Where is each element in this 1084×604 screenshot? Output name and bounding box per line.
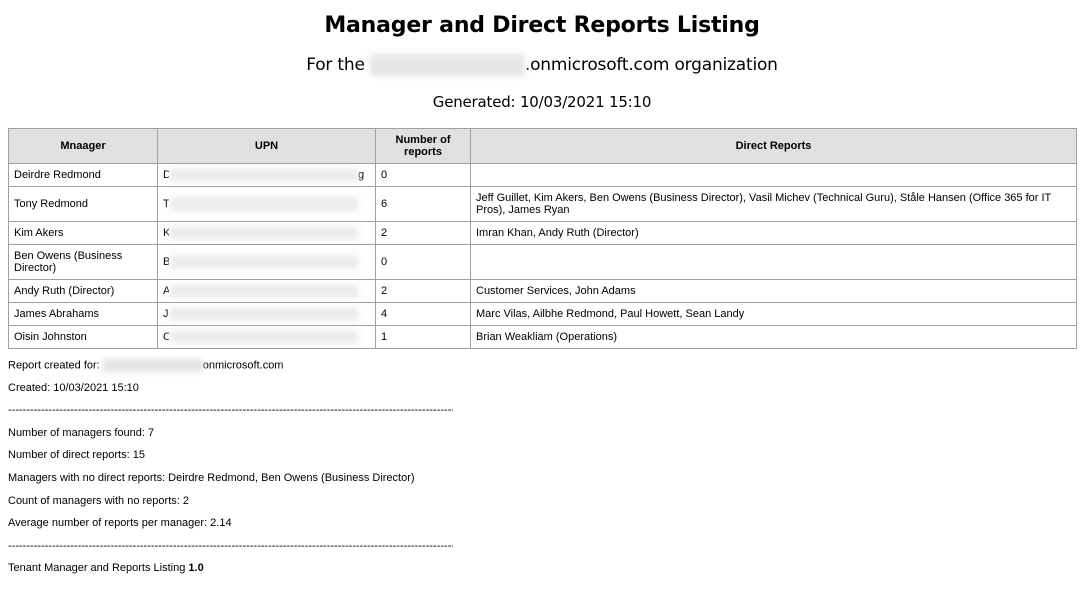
direct-reports-cell: Marc Vilas, Ailbhe Redmond, Paul Howett,… (470, 302, 1077, 326)
table-row: James Abrahams J 4 Marc Vilas, Ailbhe Re… (8, 302, 1077, 326)
manager-cell: Ben Owens (Business Director) (8, 244, 158, 280)
redacted-upn (170, 226, 358, 240)
redacted-tenant-name (369, 54, 525, 76)
redacted-upn (170, 197, 358, 211)
divider-line: ----------------------------------------… (8, 539, 453, 552)
generated-timestamp: Generated: 10/03/2021 15:10 (432, 93, 652, 111)
direct-reports-cell: Brian Weakliam (Operations) (470, 325, 1077, 349)
direct-reports-cell (470, 244, 1077, 280)
column-header-number-of-reports: Number of reports (375, 128, 471, 164)
count-cell: 4 (375, 302, 471, 326)
redacted-upn (170, 284, 358, 298)
redacted-upn (170, 255, 358, 269)
created-timestamp: Created: 10/03/2021 15:10 (8, 381, 139, 394)
table-row: Oisin Johnston O 1 Brian Weakliam (Opera… (8, 325, 1077, 349)
table-row: Kim Akers K 2 Imran Khan, Andy Ruth (Dir… (8, 221, 1077, 245)
upn-initial: D (163, 169, 169, 181)
count-cell: 0 (375, 163, 471, 187)
count-cell: 0 (375, 244, 471, 280)
manager-cell: Andy Ruth (Director) (8, 279, 158, 303)
divider-line: ----------------------------------------… (8, 404, 453, 417)
product-name: Tenant Manager and Reports Listing (8, 562, 189, 575)
managers-no-reports-list: Managers with no direct reports: Deirdre… (8, 471, 415, 484)
count-cell: 6 (375, 186, 471, 222)
upn-tail: g (358, 168, 365, 181)
column-header-upn: UPN (157, 128, 376, 164)
managers-table: Mnaager UPN Number of reports Direct Rep… (8, 128, 1077, 349)
upn-initial: O (163, 331, 169, 343)
average-reports: Average number of reports per manager: 2… (8, 517, 232, 530)
report-page: Manager and Direct Reports Listing For t… (0, 0, 1084, 604)
report-summary: Report created for: onmicrosoft.com Crea… (8, 359, 1076, 585)
manager-cell: Oisin Johnston (8, 325, 158, 349)
direct-reports-cell (470, 163, 1077, 187)
count-cell: 2 (375, 279, 471, 303)
subtitle-suffix: .onmicrosoft.com organization (524, 55, 778, 75)
redacted-upn (170, 168, 358, 182)
direct-reports-cell: Imran Khan, Andy Ruth (Director) (470, 221, 1077, 245)
table-row: Tony Redmond T 6 Jeff Guillet, Kim Akers… (8, 186, 1077, 222)
upn-cell: Dg (157, 163, 376, 187)
direct-reports-count: Number of direct reports: 15 (8, 449, 145, 462)
column-header-manager: Mnaager (8, 128, 158, 164)
report-created-for-label: Report created for: (8, 359, 103, 372)
upn-initial: A (163, 285, 169, 297)
table-header-row: Mnaager UPN Number of reports Direct Rep… (8, 128, 1077, 164)
upn-cell: J (157, 302, 376, 326)
upn-cell: O (157, 325, 376, 349)
upn-cell: A (157, 279, 376, 303)
subtitle-prefix: For the (306, 55, 370, 75)
product-version: 1.0 (188, 562, 204, 575)
managers-no-reports-count: Count of managers with no reports: 2 (8, 494, 189, 507)
direct-reports-cell: Jeff Guillet, Kim Akers, Ben Owens (Busi… (470, 186, 1077, 222)
table-row: Andy Ruth (Director) A 2 Customer Servic… (8, 279, 1077, 303)
column-header-direct-reports: Direct Reports (470, 128, 1077, 164)
manager-cell: Tony Redmond (8, 186, 158, 222)
upn-cell: B (157, 244, 376, 280)
organization-subtitle: For the .onmicrosoft.com organization (8, 52, 1076, 78)
manager-cell: James Abrahams (8, 302, 158, 326)
upn-initial: J (163, 308, 169, 320)
redacted-tenant (102, 359, 203, 372)
page-title: Manager and Direct Reports Listing (324, 13, 760, 38)
upn-initial: T (163, 198, 169, 210)
table-row: Ben Owens (Business Director) B 0 (8, 244, 1077, 280)
upn-cell: T (157, 186, 376, 222)
count-cell: 2 (375, 221, 471, 245)
direct-reports-cell: Customer Services, John Adams (470, 279, 1077, 303)
upn-initial: K (163, 227, 169, 239)
redacted-upn (170, 307, 358, 321)
manager-cell: Kim Akers (8, 221, 158, 245)
count-cell: 1 (375, 325, 471, 349)
managers-found-count: Number of managers found: 7 (8, 426, 155, 439)
report-created-for: Report created for: onmicrosoft.com (8, 359, 1076, 382)
report-created-for-domain: onmicrosoft.com (202, 359, 284, 372)
upn-initial: B (163, 256, 169, 268)
upn-cell: K (157, 221, 376, 245)
product-version-line: Tenant Manager and Reports Listing 1.0 (8, 562, 1076, 585)
redacted-upn (170, 330, 358, 344)
manager-cell: Deirdre Redmond (8, 163, 158, 187)
table-row: Deirdre Redmond Dg 0 (8, 163, 1077, 187)
